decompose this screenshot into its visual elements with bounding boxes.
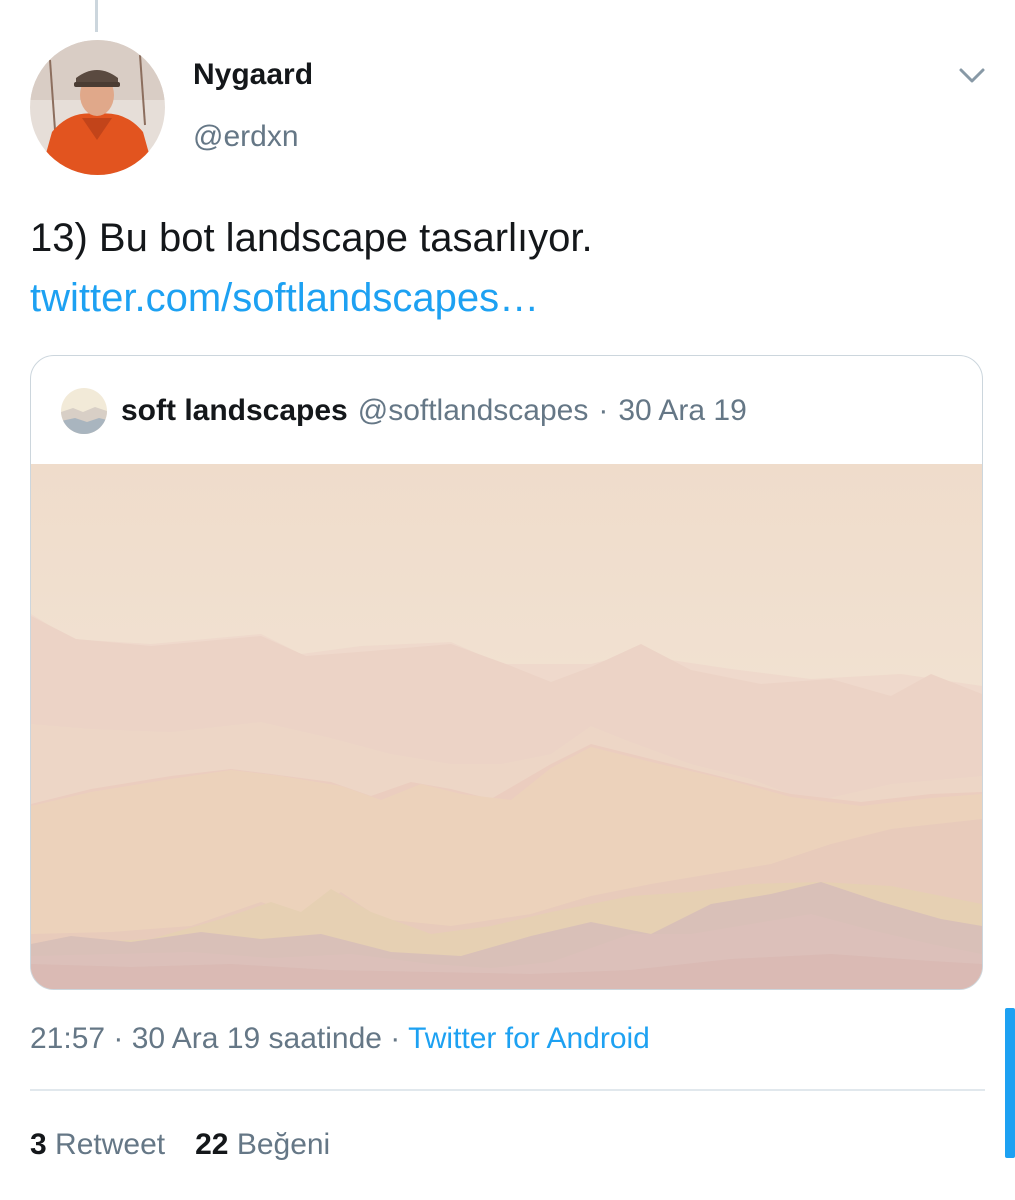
quoted-header-separator: · [598, 394, 609, 427]
retweet-label: Retweet [55, 1128, 166, 1161]
chevron-down-icon[interactable] [955, 62, 989, 88]
tweet-source[interactable]: Twitter for Android [408, 1022, 650, 1055]
quoted-author-name[interactable]: soft landscapes [121, 394, 348, 428]
like-label: Beğeni [236, 1128, 331, 1161]
landscape-image[interactable] [31, 464, 982, 989]
quoted-tweet-date[interactable]: 30 Ara 19 [618, 394, 746, 428]
author-avatar[interactable] [30, 40, 165, 175]
retweet-stat[interactable]: 3 Retweet [30, 1128, 165, 1161]
tweet-meta: 21:57 · 30 Ara 19 saatinde · Twitter for… [30, 1022, 650, 1056]
quoted-author-avatar[interactable] [61, 388, 107, 434]
tweet-stats: 3 Retweet 22 Beğeni [30, 1128, 330, 1162]
quoted-tweet-header: soft landscapes @softlandscapes · 30 Ara… [61, 388, 747, 434]
author-handle[interactable]: @erdxn [193, 120, 299, 154]
like-stat[interactable]: 22 Beğeni [195, 1128, 330, 1161]
divider [30, 1089, 985, 1091]
thread-connector-line [95, 0, 98, 32]
tweet-text: 13) Bu bot landscape tasarlıyor. twitter… [30, 208, 980, 328]
like-count: 22 [195, 1128, 229, 1161]
author-display-name[interactable]: Nygaard [193, 58, 313, 92]
quoted-author-handle[interactable]: @softlandscapes [358, 394, 589, 428]
retweet-count: 3 [30, 1128, 47, 1161]
quoted-tweet-card[interactable]: soft landscapes @softlandscapes · 30 Ara… [30, 355, 983, 990]
tweet-body: 13) Bu bot landscape tasarlıyor. [30, 216, 593, 260]
scrollbar[interactable] [1005, 1008, 1015, 1158]
tweet-time[interactable]: 21:57 [30, 1022, 105, 1055]
tweet-link[interactable]: twitter.com/softlandscapes… [30, 276, 539, 320]
meta-separator: · [105, 1022, 132, 1055]
tweet-date[interactable]: 30 Ara 19 saatinde [132, 1022, 382, 1055]
meta-separator: · [381, 1022, 409, 1055]
